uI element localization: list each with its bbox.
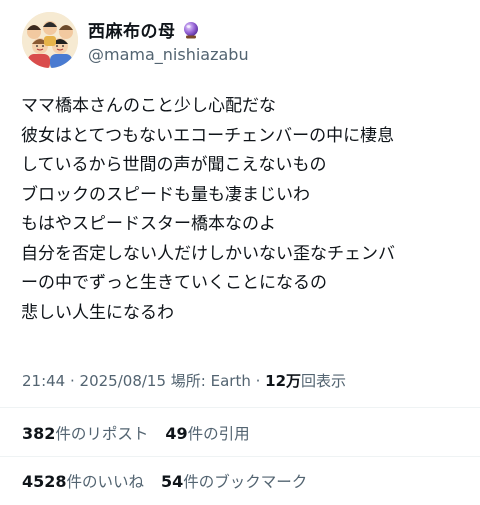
tweet-body: ママ橋本さんのこと少し心配だな 彼女はとてつもないエコーチェンバーの中に棲息 し… bbox=[21, 92, 471, 328]
stats-row-reposts: 382件のリポスト 49件の引用 bbox=[22, 421, 262, 447]
tweet-line: 悲しい人生になるわ bbox=[21, 302, 174, 323]
author-handle[interactable]: @mama_nishiazabu bbox=[88, 45, 249, 64]
tweet-line: ママ橋本さんのこと少し心配だな bbox=[21, 96, 276, 116]
likes-label: 件のいいね bbox=[66, 473, 145, 491]
avatar[interactable] bbox=[22, 12, 78, 68]
tweet-line: もはやスピードスター橋本なのよ bbox=[21, 214, 276, 234]
quotes-label: 件の引用 bbox=[187, 425, 250, 443]
stats-row-likes: 4528件のいいね 54件のブックマーク bbox=[22, 469, 319, 495]
tweet-line: しているから世間の声が聞こえないもの bbox=[21, 155, 327, 175]
likes-count: 4528 bbox=[22, 472, 67, 491]
reposts-label: 件のリポスト bbox=[55, 425, 149, 443]
bookmarks-label: 件のブックマーク bbox=[183, 473, 308, 491]
reposts-count: 382 bbox=[22, 424, 56, 443]
meta-separator: · bbox=[65, 372, 80, 390]
tweet-time[interactable]: 21:44 bbox=[22, 372, 65, 390]
tweet-card: 西麻布の母 @mama_nishiazabu ママ橋本さんのこと少し心配だな 彼… bbox=[0, 0, 480, 505]
reposts-stat[interactable]: 382件のリポスト bbox=[22, 421, 148, 447]
tweet-meta: 21:44 · 2025/08/15 場所: Earth · 12万回表示 bbox=[22, 369, 346, 393]
tweet-header: 西麻布の母 @mama_nishiazabu bbox=[22, 10, 249, 70]
tweet-line: ーの中でずっと生きていくことになるの bbox=[21, 273, 327, 293]
tweet-line: 彼女はとてつもないエコーチェンバーの中に棲息 bbox=[21, 125, 395, 146]
crystal-ball-icon bbox=[182, 21, 200, 39]
meta-separator: · bbox=[250, 372, 266, 390]
avatar-illustration bbox=[22, 12, 78, 68]
bookmarks-count: 54 bbox=[160, 472, 184, 491]
display-name-row: 西麻布の母 bbox=[88, 17, 249, 43]
bookmarks-stat[interactable]: 54件のブックマーク bbox=[161, 469, 307, 495]
views-count[interactable]: 12万 bbox=[265, 372, 301, 390]
divider bbox=[0, 456, 480, 457]
location-value: Earth bbox=[210, 372, 251, 390]
tweet-date[interactable]: 2025/08/15 bbox=[80, 372, 166, 390]
views-label[interactable]: 回表示 bbox=[301, 372, 346, 390]
tweet-line: ブロックのスピードも量も凄まじいわ bbox=[21, 184, 310, 205]
display-name[interactable]: 西麻布の母 bbox=[88, 17, 176, 42]
likes-stat[interactable]: 4528件のいいね bbox=[22, 469, 144, 495]
author-names: 西麻布の母 @mama_nishiazabu bbox=[88, 17, 249, 64]
location-label: 場所: bbox=[170, 372, 211, 390]
tweet-line: 自分を否定しない人だけしかいない歪なチェンバ bbox=[21, 243, 395, 264]
divider bbox=[0, 407, 480, 408]
quotes-stat[interactable]: 49件の引用 bbox=[165, 421, 249, 447]
quotes-count: 49 bbox=[165, 424, 188, 443]
